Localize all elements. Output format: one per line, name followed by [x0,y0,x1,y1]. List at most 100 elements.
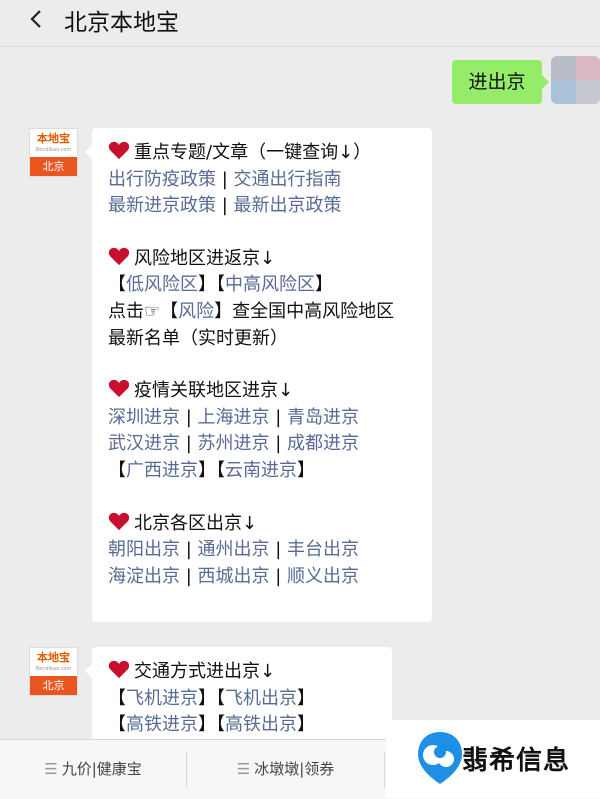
link[interactable]: 广西进京 [126,460,198,481]
link[interactable]: 西城出京 [198,566,270,587]
link[interactable]: 飞机出京 [225,688,297,709]
link[interactable]: 最新出京政策 [234,195,342,216]
link[interactable]: 出行防疫政策 [108,169,216,190]
bot-avatar[interactable]: 本地宝 Bendibao.com 北京 [29,128,78,177]
message-text: | [216,195,234,217]
message-text: 】【 [198,459,225,481]
link[interactable]: 高铁进京 [126,714,198,735]
logo-domain: Bendibao.com [35,666,72,672]
message-line: 风险地区进返京↓ [108,246,432,273]
message-text: 】 [297,687,315,709]
message-line: 最新名单（实时更新） [108,326,432,353]
bot-avatar[interactable]: 本地宝 Bendibao.com 北京 [29,647,78,696]
message-text: 】【 [198,274,225,296]
message-text: | [180,433,198,455]
menu-lines-icon: ☰ [44,760,58,778]
message-line: 【飞机进京】【飞机出京】 [108,686,392,713]
message-line: 北京各区出京↓ [108,511,432,538]
message-text: 点击☞【 [108,300,179,322]
message-line: 朝阳出京 | 通州出京 | 丰台出京 [108,537,432,564]
logo-domain: Bendibao.com [35,147,72,153]
message-line: 最新进京政策 | 最新出京政策 [108,193,432,220]
menu-lines-icon: ☰ [236,760,251,778]
menu-tab-health[interactable]: ☰ 九价|健康宝 [0,740,186,799]
message-text: 风险地区进返京↓ [134,247,276,269]
message-section: 北京各区出京↓ 朝阳出京 | 通州出京 | 丰台出京 海淀出京 | 西城出京 | 顺… [108,511,432,591]
link[interactable]: 青岛进京 [287,407,359,428]
link[interactable]: 深圳进京 [108,407,180,428]
message-text: 】查全国中高风险地区 [214,300,395,322]
message-line: 点击☞【风险】查全国中高风险地区 [108,299,432,326]
logo-city: 北京 [30,157,77,176]
message-text: 】 [297,714,315,736]
message-text: 】 [297,459,315,481]
message-text: | [269,565,288,587]
message-line: 深圳进京 | 上海进京 | 青岛进京 [108,405,432,432]
chat-title: 北京本地宝 [64,10,179,36]
back-arrow-icon[interactable] [26,8,48,30]
link[interactable]: 顺义出京 [287,566,359,587]
link[interactable]: 成都进京 [287,433,359,454]
link[interactable]: 丰台出京 [287,539,359,560]
my-avatar[interactable] [551,56,600,104]
message-text: 】 [315,274,333,296]
link[interactable]: 云南进京 [225,460,297,481]
message-text: | [269,539,288,561]
link[interactable]: 武汉进京 [108,433,180,454]
logo-city: 北京 [30,676,77,695]
link[interactable]: 低风险区 [126,274,198,295]
message-text: 【 [108,687,126,709]
message-section: 风险地区进返京↓ 【低风险区】【中高风险区】 点击☞【风险】查全国中高风险地区 最新名… [108,246,432,352]
message-line: 交通方式进出京↓ [108,659,392,686]
message-text: | [216,168,234,190]
message-text: 重点专题/文章（一键查询↓） [134,142,372,163]
chat-header: 北京本地宝 [0,0,600,47]
message-section: 交通方式进出京↓ 【飞机进京】【飞机出京】 【高铁进京】【高铁出京】 [108,659,392,739]
link[interactable]: 上海进京 [198,407,270,428]
heart-icon [108,379,130,398]
message-line: 出行防疫政策 | 交通出行指南 [108,167,432,194]
link[interactable]: 飞机进京 [126,688,198,709]
link[interactable]: 通州出京 [198,539,270,560]
message-text: 】【 [198,687,225,709]
my-message-bubble[interactable]: 进出京 [452,60,549,104]
message-text: | [269,433,288,455]
link[interactable]: 中高风险区 [225,274,315,295]
link[interactable]: 高铁出京 [225,714,297,735]
message-line: 【广西进京】【云南进京】 [108,458,432,485]
menu-tab-coupon[interactable]: ☰ 冰墩墩|领券 [187,740,384,799]
menu-tab-label: 九价|健康宝 [61,760,142,778]
watermark-logo-icon [418,732,462,784]
message-line: 疫情关联地区进京↓ [108,378,432,405]
link[interactable]: 风险 [178,301,214,322]
heart-icon [108,660,130,679]
message-text: | [180,406,198,428]
message-section: 疫情关联地区进京↓ 深圳进京 | 上海进京 | 青岛进京 武汉进京 | 苏州进京 |… [108,378,432,484]
message-line: 重点专题/文章（一键查询↓） [108,140,432,167]
heart-icon [108,141,130,160]
message-text: | [180,539,198,561]
message-text: 交通方式进出京↓ [134,661,276,682]
message-section: 重点专题/文章（一键查询↓） 出行防疫政策 | 交通出行指南 最新进京政策 | 最新… [108,140,432,220]
menu-tab-label: 冰墩墩|领券 [254,760,335,778]
message-line: 海淀出京 | 西城出京 | 顺义出京 [108,564,432,591]
message-text: 【 [108,459,126,481]
message-text: 最新名单（实时更新） [108,327,288,349]
link[interactable]: 朝阳出京 [108,539,180,560]
menu-divider [384,752,385,788]
message-text: | [269,406,288,428]
link[interactable]: 海淀出京 [108,566,180,587]
message-text: 疫情关联地区进京↓ [134,380,294,402]
watermark-text: 翡希信息 [462,746,571,776]
message-text: 【 [108,274,126,296]
message-text: | [180,565,198,587]
heart-icon [108,247,130,265]
message-line: 武汉进京 | 苏州进京 | 成都进京 [108,431,432,458]
message-text: 北京各区出京↓ [134,512,258,534]
message-line: 【低风险区】【中高风险区】 [108,272,432,299]
link[interactable]: 苏州进京 [198,433,270,454]
message-text: 【 [108,714,126,736]
link[interactable]: 交通出行指南 [234,169,342,190]
message-text: 】【 [198,714,225,736]
link[interactable]: 最新进京政策 [108,195,216,216]
